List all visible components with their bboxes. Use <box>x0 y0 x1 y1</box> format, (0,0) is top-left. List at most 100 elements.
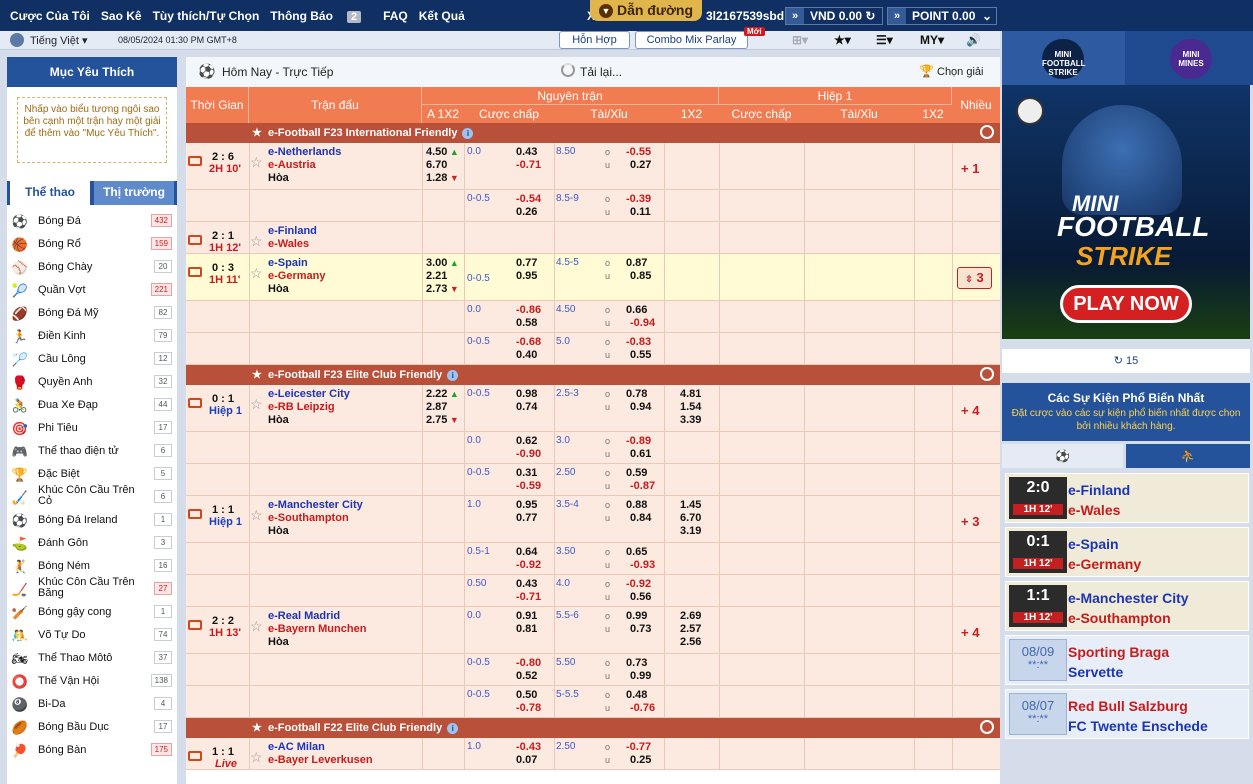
info-icon[interactable]: i <box>462 128 474 139</box>
odds-value[interactable]: 0.43 <box>516 578 537 590</box>
star-icon[interactable]: ☆ <box>250 233 263 250</box>
star-icon[interactable]: ★ <box>252 718 262 738</box>
star-icon[interactable]: ☆ <box>250 507 263 524</box>
tv-icon[interactable] <box>188 509 202 519</box>
sidebar-item-sport[interactable]: 🚴 Đua Xe Đạp 44 <box>7 395 177 418</box>
promo-banner[interactable]: MINI FOOTBALL STRIKE PLAY NOW <box>1002 85 1250 339</box>
add-icon[interactable]: ⊞▾ <box>792 33 808 47</box>
star-filter-icon[interactable]: ★▾ <box>834 33 851 47</box>
popular-tab-basketball[interactable]: ⛹ <box>1126 444 1250 468</box>
odds-value[interactable]: 0.74 <box>516 401 537 413</box>
odds-value[interactable]: 0.50 <box>516 689 537 701</box>
star-icon[interactable]: ☆ <box>250 154 263 171</box>
odds-value[interactable]: 0.85 <box>630 270 651 282</box>
sidebar-item-sport[interactable]: 🎱 Bi-Da 4 <box>7 694 177 717</box>
odds-value[interactable]: 0.87 <box>626 257 647 269</box>
odds-value[interactable]: 3.19 <box>680 525 701 537</box>
odds-value[interactable]: 0.26 <box>516 206 537 218</box>
odds-value[interactable]: 3.00 <box>426 257 447 269</box>
sidebar-item-sport[interactable]: 🏒 Khúc Côn Cầu Trên Băng 27 <box>7 577 177 602</box>
odds-value[interactable]: -0.54 <box>516 193 541 205</box>
away-team[interactable]: e-Bayern Munchen <box>268 623 366 635</box>
tv-icon[interactable] <box>188 156 202 166</box>
home-team[interactable]: e-Manchester City <box>268 499 363 511</box>
more-bets-button[interactable]: + 4 <box>961 403 979 418</box>
odds-value[interactable]: -0.80 <box>516 657 541 669</box>
odds-value[interactable]: 0.56 <box>630 591 651 603</box>
odds-value[interactable]: -0.55 <box>626 146 651 158</box>
tab-market[interactable]: Thị trường <box>94 181 174 205</box>
odds-value[interactable]: 0.99 <box>630 670 651 682</box>
combo-mix-parlay-button[interactable]: Combo Mix Parlay <box>635 31 748 49</box>
odds-value[interactable]: 2.56 <box>680 636 701 648</box>
info-icon[interactable]: i <box>447 370 459 381</box>
odds-value[interactable]: 2.22 <box>426 388 447 400</box>
odds-value[interactable]: 0.95 <box>516 270 537 282</box>
odds-value[interactable]: -0.71 <box>516 159 541 171</box>
tv-icon[interactable] <box>188 235 202 245</box>
odds-value[interactable]: -0.77 <box>626 741 651 753</box>
tab-sports[interactable]: Thể thao <box>10 181 90 205</box>
sidebar-item-sport[interactable]: ⚽ Bóng Đá Ireland 1 <box>7 510 177 533</box>
odds-value[interactable]: 2.73 <box>426 283 447 295</box>
popular-event-card[interactable]: 08/09 **:** Sporting Braga Servette <box>1005 635 1249 685</box>
odds-value[interactable]: 0.66 <box>626 304 647 316</box>
odds-value[interactable]: -0.92 <box>626 578 651 590</box>
menu-notifications[interactable]: Thông Báo 2 <box>270 9 372 23</box>
refresh-icon[interactable] <box>980 367 994 381</box>
sidebar-item-sport[interactable]: 🎮 Thể thao điện tử 6 <box>7 441 177 464</box>
tv-icon[interactable] <box>188 751 202 761</box>
odds-value[interactable]: 1.28 <box>426 172 447 184</box>
odds-value[interactable]: 3.39 <box>680 414 701 426</box>
sidebar-item-sport[interactable]: 🎯 Phi Tiêu 17 <box>7 418 177 441</box>
odds-value[interactable]: 0.07 <box>516 754 537 766</box>
sidebar-item-sport[interactable]: 🤼 Võ Tự Do 74 <box>7 625 177 648</box>
sidebar-item-sport[interactable]: 🏉 Bóng Bầu Dục 17 <box>7 717 177 740</box>
odds-value[interactable]: -0.78 <box>516 702 541 714</box>
away-team[interactable]: e-Germany <box>268 270 325 282</box>
odds-value[interactable]: -0.68 <box>516 336 541 348</box>
more-bets-button[interactable]: + 3 <box>961 514 979 529</box>
odds-value[interactable]: -0.39 <box>626 193 651 205</box>
sidebar-item-sport[interactable]: 🥊 Quyền Anh 32 <box>7 372 177 395</box>
odds-value[interactable]: 0.81 <box>516 623 537 635</box>
odds-value[interactable]: 0.84 <box>630 512 651 524</box>
sidebar-item-sport[interactable]: 🏀 Bóng Rổ 159 <box>7 234 177 257</box>
odds-value[interactable]: 0.91 <box>516 610 537 622</box>
odds-value[interactable]: 0.55 <box>630 349 651 361</box>
away-team[interactable]: e-Southampton <box>268 512 349 524</box>
odds-value[interactable]: 0.73 <box>630 623 651 635</box>
odds-value[interactable]: 0.98 <box>516 388 537 400</box>
more-bets-button[interactable]: ⇳ 3 <box>957 267 992 289</box>
home-team[interactable]: e-Spain <box>268 257 308 269</box>
reload-button[interactable]: Tải lại... <box>580 65 622 79</box>
home-team[interactable]: e-Real Madrid <box>268 610 340 622</box>
odds-value[interactable]: 2.21 <box>426 270 447 282</box>
odds-value[interactable]: -0.89 <box>626 435 651 447</box>
odds-value[interactable]: 0.65 <box>626 546 647 558</box>
odds-value[interactable]: -0.90 <box>516 448 541 460</box>
odds-value[interactable]: 0.52 <box>516 670 537 682</box>
odds-value[interactable]: -0.93 <box>630 559 655 571</box>
odds-value[interactable]: 1.54 <box>680 401 701 413</box>
odds-value[interactable]: 0.40 <box>516 349 537 361</box>
odds-value[interactable]: 0.59 <box>626 467 647 479</box>
popular-tab-football[interactable]: ⚽ <box>1002 444 1123 468</box>
play-now-button[interactable]: PLAY NOW <box>1060 285 1192 323</box>
odds-value[interactable]: 1.45 <box>680 499 701 511</box>
odds-value[interactable]: -0.87 <box>630 480 655 492</box>
home-team[interactable]: e-Netherlands <box>268 146 341 158</box>
odds-value[interactable]: 0.77 <box>516 257 537 269</box>
odds-value[interactable]: 0.99 <box>626 610 647 622</box>
odds-value[interactable]: 0.62 <box>516 435 537 447</box>
tv-icon[interactable] <box>188 620 202 630</box>
odds-value[interactable]: 0.94 <box>630 401 651 413</box>
odds-value[interactable]: -0.71 <box>516 591 541 603</box>
odds-value[interactable]: 4.81 <box>680 388 701 400</box>
sidebar-item-sport[interactable]: 🏍 Thể Thao Môtô 37 <box>7 648 177 671</box>
sidebar-item-sport[interactable]: ⚽ Bóng Đá 432 <box>7 211 177 234</box>
star-icon[interactable]: ☆ <box>250 618 263 635</box>
star-icon[interactable]: ☆ <box>250 396 263 413</box>
odds-value[interactable]: 0.64 <box>516 546 537 558</box>
odds-value[interactable]: -0.43 <box>516 741 541 753</box>
